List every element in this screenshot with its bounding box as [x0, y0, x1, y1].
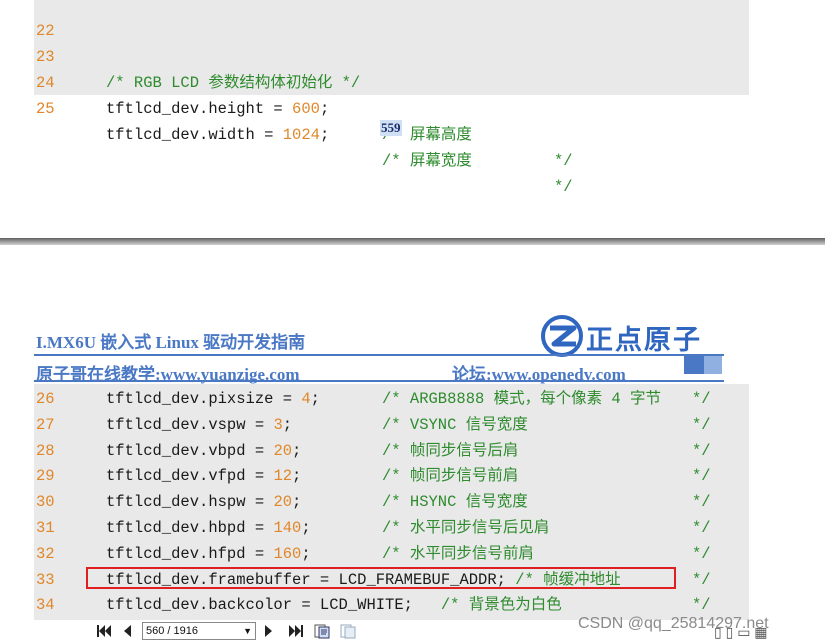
code-text: tftlcd_dev.pixsize = — [106, 390, 302, 408]
header-decoration — [704, 356, 722, 374]
code-text: tftlcd_dev.width = — [106, 126, 283, 144]
code-tail: ; — [292, 493, 302, 512]
code-comment: /* 屏幕宽度 — [382, 152, 472, 170]
comment-close: */ — [692, 390, 711, 408]
code-text: tftlcd_dev.hbpd = — [106, 519, 274, 537]
line-number: 31 — [36, 519, 55, 537]
code-tail: ; — [319, 100, 330, 118]
line-number: 25 — [36, 100, 55, 118]
line-number: 32 — [36, 544, 55, 563]
code-tail: ; — [301, 544, 311, 563]
header-divider — [34, 354, 724, 356]
code-number: 20 — [273, 441, 293, 460]
code-number: 160 — [273, 544, 302, 563]
comment-close: */ — [692, 467, 711, 486]
code-text: tftlcd_dev.backcolor = LCD_WHITE; — [106, 596, 441, 615]
code-number: 3 — [273, 415, 283, 434]
next-page-icon[interactable] — [264, 624, 274, 641]
code-tail: ; — [292, 441, 302, 460]
document-view-icon[interactable] — [314, 624, 330, 639]
comment-close: */ — [692, 415, 711, 434]
comment-close: */ — [692, 441, 711, 460]
code-tail: ; — [319, 126, 330, 144]
header-divider — [34, 380, 724, 382]
code-comment: /* 帧同步信号后肩 — [382, 441, 519, 460]
last-page-icon[interactable] — [288, 624, 304, 641]
line-number: 27 — [36, 415, 55, 434]
code-text: tftlcd_dev.height = — [106, 100, 293, 118]
code-comment: /* 水平同步信号前肩 — [382, 544, 534, 563]
line-number: 28 — [36, 441, 55, 460]
document-title: I.MX6U 嵌入式 Linux 驱动开发指南 — [36, 333, 306, 352]
code-tail: ; — [310, 390, 320, 408]
prev-page-icon[interactable] — [122, 624, 132, 641]
comment-close: */ — [692, 570, 711, 589]
line-number: 33 — [36, 570, 55, 589]
code-number: 140 — [273, 519, 302, 537]
highlight-box — [86, 567, 676, 589]
line-number: 34 — [36, 596, 55, 615]
code-text: tftlcd_dev.vbpd = — [106, 441, 274, 460]
code-comment: /* RGB LCD 参数结构体初始化 */ — [106, 74, 361, 92]
code-comment: /* 背景色为白色 — [440, 596, 562, 615]
chevron-down-icon: ▼ — [243, 626, 252, 636]
comment-close: */ — [554, 152, 573, 170]
comment-close: */ — [692, 493, 711, 512]
code-comment: /* 水平同步信号后见肩 — [382, 519, 550, 537]
code-number: 600 — [292, 100, 320, 118]
code-text: tftlcd_dev.hfpd = — [106, 544, 274, 563]
code-text: tftlcd_dev.vfpd = — [106, 467, 274, 486]
code-line-25: 25 tftlcd_dev.width = 1024; /* 屏幕宽度 */ — [34, 70, 573, 196]
code-line-22: 22 — [34, 0, 71, 40]
page-selector[interactable]: 560 / 1916 ▼ — [142, 622, 256, 640]
code-text: tftlcd_dev.vspw = — [106, 415, 274, 434]
comment-close: */ — [692, 544, 711, 563]
header-decoration — [684, 356, 704, 374]
code-comment: /* 帧同步信号前肩 — [382, 467, 519, 486]
code-block-top: 22 23 /* RGB LCD 参数结构体初始化 */ 24 tftlcd_d… — [34, 0, 749, 196]
code-tail: ; — [292, 467, 302, 486]
code-number: 1024 — [282, 126, 320, 144]
page-separator — [0, 238, 825, 245]
csdn-watermark: CSDN @qq_25814297.net — [578, 615, 769, 632]
logo-text: 正点原子 — [586, 325, 702, 355]
page-number: 559 — [380, 120, 402, 136]
code-number: 12 — [273, 467, 293, 486]
code-line-23: 23 /* RGB LCD 参数结构体初始化 */ — [34, 18, 360, 92]
code-tail: ; — [301, 519, 311, 537]
code-number: 20 — [273, 493, 293, 512]
code-number: 4 — [301, 390, 311, 408]
thumbnail-view-icon[interactable] — [340, 624, 356, 639]
line-number: 29 — [36, 467, 55, 486]
code-text: tftlcd_dev.hspw = — [106, 493, 274, 512]
comment-close: */ — [692, 519, 711, 537]
line-number: 26 — [36, 390, 55, 408]
line-number: 30 — [36, 493, 55, 512]
page-selector-value: 560 / 1916 — [146, 625, 198, 637]
code-comment: /* HSYNC 信号宽度 — [382, 493, 528, 512]
comment-close: */ — [554, 178, 573, 196]
code-line-24: 24 tftlcd_dev.height = 600; /* 屏幕高度 */ — [34, 44, 573, 170]
code-comment: /* ARGB8888 模式，每个像素 4 字节 — [382, 390, 662, 408]
code-comment: /* VSYNC 信号宽度 — [382, 415, 528, 434]
code-tail: ; — [282, 415, 293, 434]
first-page-icon[interactable] — [96, 624, 112, 641]
